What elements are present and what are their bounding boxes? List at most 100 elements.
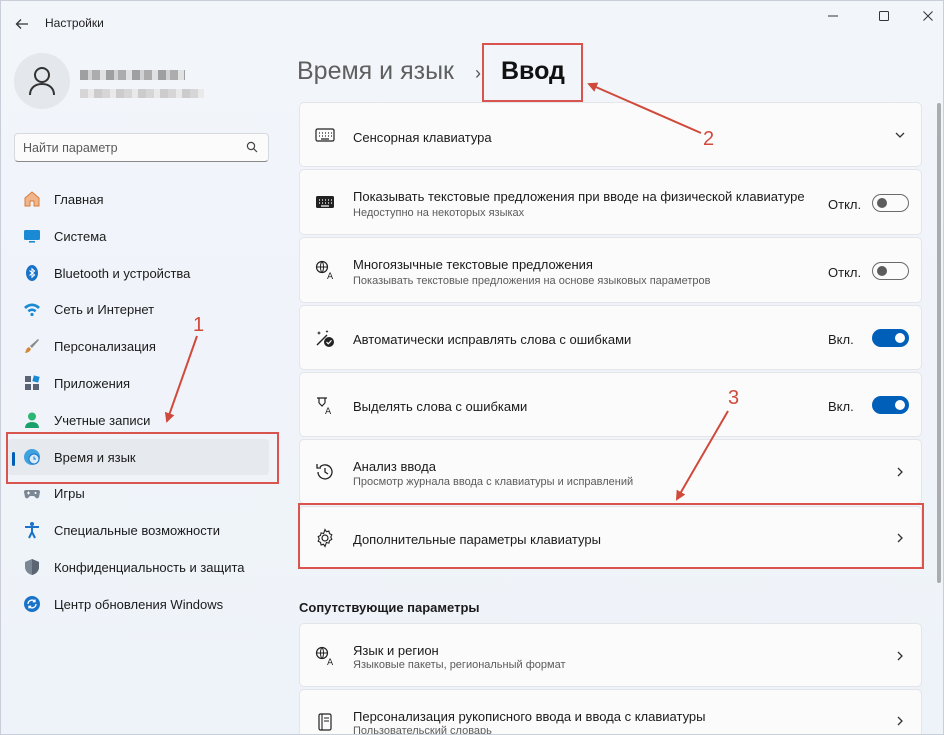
accessibility-icon xyxy=(25,522,39,539)
system-icon xyxy=(24,229,40,243)
toggle-state-label: Вкл. xyxy=(828,399,854,414)
card-title: Персонализация рукописного ввода и ввода… xyxy=(353,709,706,724)
close-icon xyxy=(923,11,933,21)
multilingual-suggestions-card: A Многоязычные текстовые предложения Пок… xyxy=(299,237,922,303)
shield-icon xyxy=(25,558,39,575)
toggle-state-label: Вкл. xyxy=(828,332,854,347)
scrollbar[interactable] xyxy=(937,103,941,583)
maximize-button[interactable] xyxy=(869,7,899,27)
card-subtitle: Показывать текстовые предложения на осно… xyxy=(353,275,711,287)
autocorrect-card: Автоматически исправлять слова с ошибкам… xyxy=(299,305,922,370)
card-title: Анализ ввода xyxy=(353,459,436,474)
brush-icon xyxy=(25,339,39,354)
autocorrect-icon xyxy=(316,330,334,347)
card-subtitle: Просмотр журнала ввода с клавиатуры и ис… xyxy=(353,476,634,488)
language-icon: A xyxy=(315,260,334,280)
annotation-box-advanced-settings xyxy=(298,503,924,569)
apps-icon xyxy=(25,375,40,390)
annotation-box-time-language xyxy=(6,432,279,484)
history-icon xyxy=(316,464,333,480)
autocorrect-toggle[interactable] xyxy=(872,329,909,347)
sidebar-item-label: Персонализация xyxy=(54,339,156,355)
bluetooth-icon xyxy=(26,264,38,281)
annotation-box-page-title xyxy=(482,43,583,102)
sidebar-item-windows-update[interactable]: Центр обновления Windows xyxy=(7,586,269,623)
card-subtitle: Пользовательский словарь xyxy=(353,725,492,735)
sidebar-item-label: Главная xyxy=(54,192,104,207)
breadcrumb-section[interactable]: Время и язык xyxy=(297,57,454,86)
text-suggestions-card: Показывать текстовые предложения при вво… xyxy=(299,169,922,235)
user-icon xyxy=(29,67,55,96)
sidebar-item-label: Специальные возможности xyxy=(54,523,220,539)
notebook-icon xyxy=(318,713,332,731)
sidebar-item-home[interactable]: Главная xyxy=(7,181,269,218)
annotation-number-3: 3 xyxy=(728,387,740,409)
sidebar-item-label: Приложения xyxy=(54,375,131,391)
minimize-button[interactable] xyxy=(818,7,848,27)
text-suggestions-toggle[interactable] xyxy=(872,194,909,212)
sidebar-item-system[interactable]: Система xyxy=(7,218,269,255)
breadcrumb-separator: › xyxy=(475,63,481,83)
touch-keyboard-card[interactable]: Сенсорная клавиатура xyxy=(299,102,922,167)
handwriting-personalization-card[interactable]: Персонализация рукописного ввода и ввода… xyxy=(299,689,922,735)
update-icon xyxy=(24,595,40,612)
sidebar-item-personalization[interactable]: Персонализация xyxy=(7,328,269,365)
highlight-icon: A xyxy=(317,397,332,415)
sidebar-item-network[interactable]: Сеть и Интернет xyxy=(7,291,269,328)
account-icon xyxy=(25,412,39,428)
maximize-icon xyxy=(879,11,889,21)
close-button[interactable] xyxy=(913,7,943,27)
card-title: Сенсорная клавиатура xyxy=(353,130,492,145)
chevron-right-icon xyxy=(897,716,903,726)
toggle-state-label: Откл. xyxy=(828,197,862,212)
highlight-misspelled-toggle[interactable] xyxy=(872,396,909,414)
chevron-down-icon[interactable] xyxy=(894,129,906,141)
typing-insights-card[interactable]: Анализ ввода Просмотр журнала ввода с кл… xyxy=(299,439,922,504)
card-subtitle: Недоступно на некоторых языках xyxy=(353,207,525,219)
search-box[interactable] xyxy=(14,133,269,162)
chevron-right-icon xyxy=(897,651,903,661)
sidebar-item-accessibility[interactable]: Специальные возможности xyxy=(7,512,269,549)
card-title: Выделять слова с ошибками xyxy=(353,399,528,414)
sidebar-item-label: Bluetooth и устройства xyxy=(54,265,191,281)
sidebar-item-apps[interactable]: Приложения xyxy=(7,365,269,402)
sidebar-item-label: Система xyxy=(54,228,107,244)
touch-keyboard-icon xyxy=(315,128,335,142)
card-title: Язык и регион xyxy=(353,643,439,658)
sidebar-item-label: Игры xyxy=(54,486,85,502)
highlight-misspelled-card: A Выделять слова с ошибками Вкл. xyxy=(299,372,922,437)
annotation-number-1: 1 xyxy=(193,314,205,336)
gamepad-icon xyxy=(24,490,40,499)
avatar[interactable] xyxy=(14,53,70,109)
title-bar: Настройки xyxy=(1,1,943,45)
sidebar-item-bluetooth[interactable]: Bluetooth и устройства xyxy=(7,255,269,292)
keyboard-icon xyxy=(316,196,334,208)
app-title: Настройки xyxy=(45,16,104,30)
arrow-left-icon xyxy=(15,19,28,29)
language-region-card[interactable]: A Язык и регион Языковые пакеты, региона… xyxy=(299,623,922,687)
search-icon[interactable] xyxy=(246,141,258,153)
svg-text:A: A xyxy=(327,272,334,280)
minimize-icon xyxy=(828,15,838,17)
svg-text:A: A xyxy=(325,407,332,415)
sidebar-item-label: Сеть и Интернет xyxy=(54,302,155,318)
card-title: Показывать текстовые предложения при вво… xyxy=(353,189,805,204)
sidebar-item-label: Учетные записи xyxy=(54,412,151,428)
user-name-redacted xyxy=(80,70,185,80)
settings-window: Настройки Главная xyxy=(0,0,944,735)
sidebar-item-label: Центр обновления Windows xyxy=(54,596,224,612)
sidebar-item-privacy[interactable]: Конфиденциальность и защита xyxy=(7,549,269,586)
svg-text:A: A xyxy=(327,658,334,666)
card-title: Многоязычные текстовые предложения xyxy=(353,257,593,272)
sidebar-item-label: Конфиденциальность и защита xyxy=(54,559,245,575)
related-settings-heading: Сопутствующие параметры xyxy=(299,600,480,615)
search-input[interactable] xyxy=(23,139,243,157)
annotation-number-2: 2 xyxy=(703,128,715,150)
chevron-right-icon xyxy=(897,467,903,477)
wifi-icon xyxy=(24,303,40,317)
sidebar-nav: Главная Система Bluetooth и устройства С… xyxy=(7,181,271,623)
multilingual-suggestions-toggle[interactable] xyxy=(872,262,909,280)
card-subtitle: Языковые пакеты, региональный формат xyxy=(353,659,566,671)
user-email-redacted xyxy=(80,89,204,98)
back-button[interactable] xyxy=(11,13,33,35)
